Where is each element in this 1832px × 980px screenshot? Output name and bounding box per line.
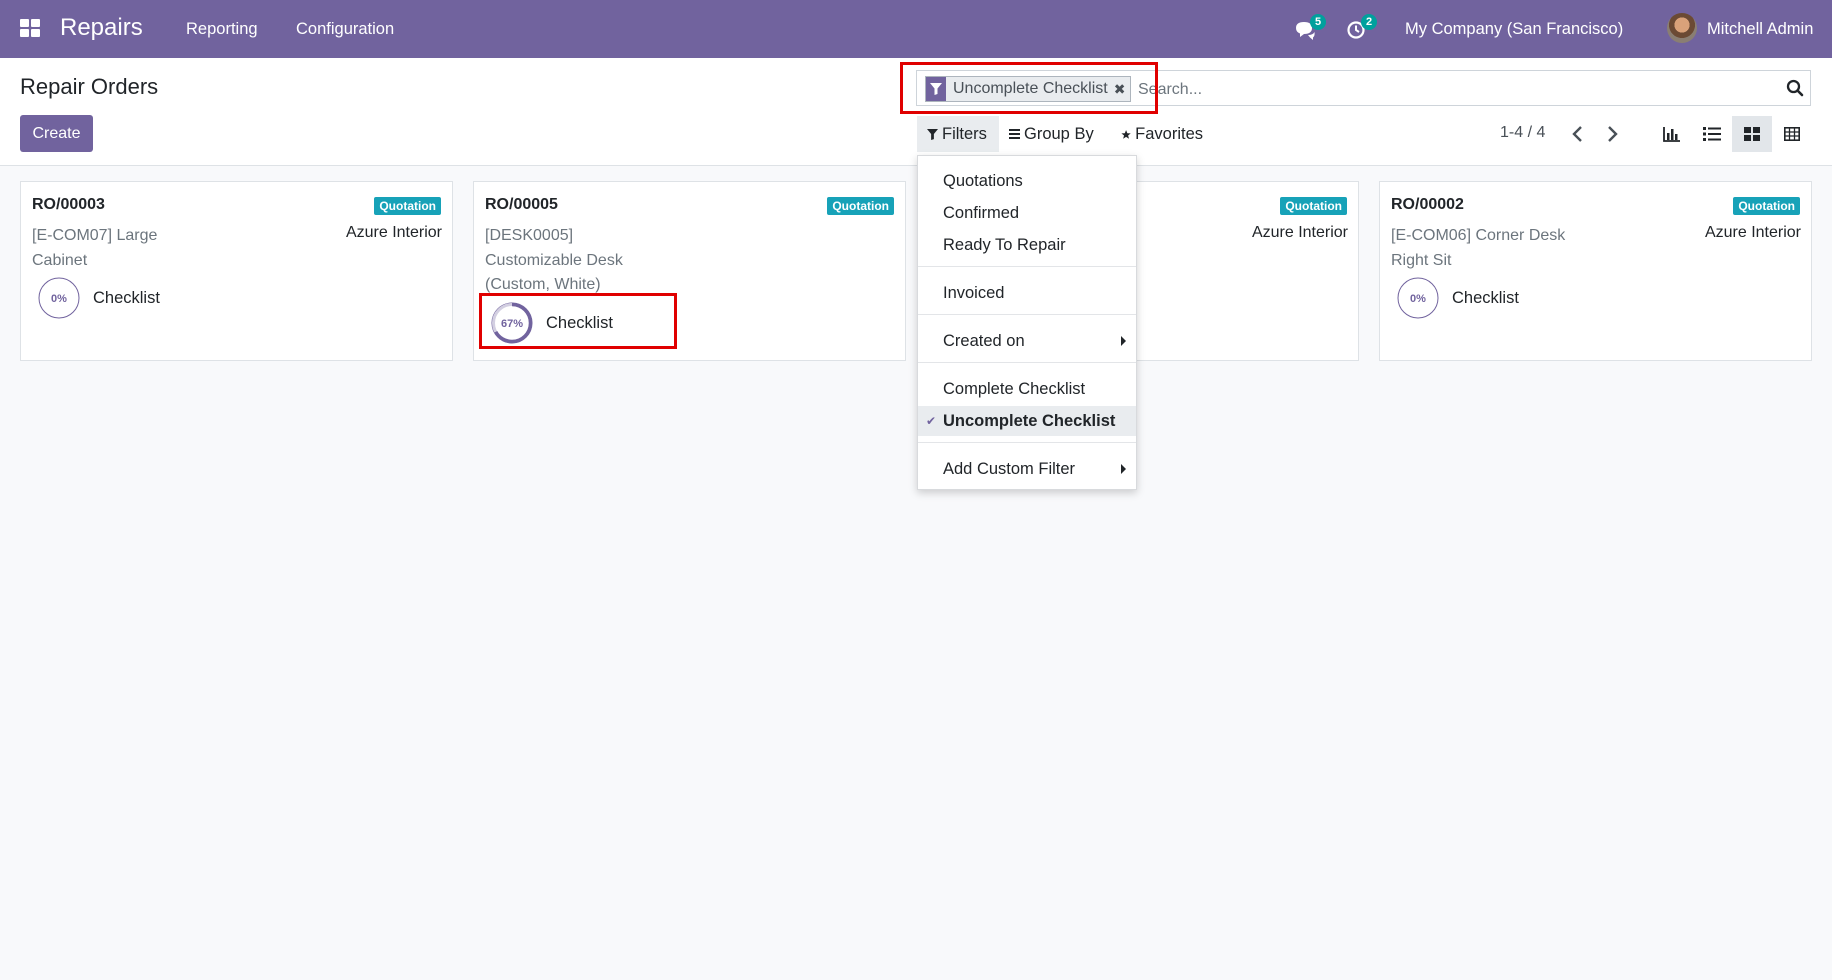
filter-label: Created on [943,332,1025,350]
menu-reporting[interactable]: Reporting [186,20,258,39]
groupby-button[interactable]: Group By [999,116,1111,152]
product-line: [E-COM07] Large [32,227,158,244]
repair-reference: RO/00005 [485,196,558,213]
status-badge: Quotation [1280,197,1347,215]
activities-badge: 2 [1361,14,1377,30]
list-icon [1703,127,1721,141]
menu-divider [918,442,1136,443]
facet-remove-icon[interactable]: ✖ [1114,81,1131,98]
search-input[interactable] [1136,77,1760,103]
chevron-left-icon[interactable] [1570,125,1586,143]
apps-menu-icon[interactable] [20,19,41,38]
create-button[interactable]: Create [20,115,93,152]
filter-add-custom[interactable]: Add Custom Filter [918,454,1136,484]
checklist-progress: 0% [1397,277,1439,319]
product-line: (Custom, White) [485,276,601,293]
filter-label: Quotations [943,172,1023,190]
groupby-label: Group By [1024,124,1094,143]
company-switcher[interactable]: My Company (San Francisco) [1405,20,1623,39]
filter-label: Confirmed [943,204,1020,222]
checklist-label: Checklist [1452,289,1519,307]
kanban-icon [1744,127,1760,141]
product-line: Customizable Desk [485,251,623,269]
product-name: [E-COM06] Corner Desk Right Sit [1391,224,1591,273]
graph-view-button[interactable] [1652,116,1692,152]
kanban-card[interactable]: RO/00002 Quotation [E-COM06] Corner Desk… [1379,181,1812,361]
progress-percent: 0% [1410,293,1426,305]
progress-percent: 0% [51,293,67,305]
filter-complete-checklist[interactable]: Complete Checklist [918,374,1136,404]
app-name[interactable]: Repairs [60,14,143,42]
checklist-label: Checklist [93,289,160,307]
list-view-button[interactable] [1692,116,1732,152]
progress-percent: 67% [501,318,523,330]
activities-menu[interactable]: 2 [1346,14,1377,44]
repair-reference: RO/00002 [1391,196,1464,213]
check-icon: ✔ [926,414,937,428]
product-line: Cabinet [32,251,88,269]
menu-divider [918,266,1136,267]
status-badge: Quotation [1733,197,1800,215]
product-line: [DESK0005] [485,227,574,244]
filter-label: Invoiced [943,284,1005,302]
partner-name: Azure Interior [345,224,442,241]
search-facet: Uncomplete Checklist ✖ [925,76,1132,102]
filter-invoiced[interactable]: Invoiced [918,278,1136,308]
filter-label: Uncomplete Checklist [943,412,1116,430]
filters-dropdown: Quotations Confirmed Ready To Repair Inv… [917,155,1137,490]
filter-label: Add Custom Filter [943,460,1076,478]
menu-divider [918,362,1136,363]
product-line: [E-COM06] Corner Desk [1391,227,1566,244]
filter-icon [926,77,946,101]
caret-right-icon [1121,336,1126,346]
favorites-label: Favorites [1135,124,1203,143]
facet-label: Uncomplete Checklist [953,80,1108,97]
filter-label: Ready To Repair [943,236,1066,254]
kanban-card[interactable]: RO/00005 Quotation [DESK0005] Customizab… [473,181,906,361]
table-icon [1784,127,1800,141]
menu-divider [918,314,1136,315]
kanban-view-button[interactable] [1732,116,1772,152]
status-badge: Quotation [827,197,894,215]
partner-name: Azure Interior [1704,224,1801,241]
repair-reference: RO/00003 [32,196,105,213]
checklist-progress: 67% [491,302,533,344]
filter-icon [927,128,938,140]
menu-configuration[interactable]: Configuration [296,20,394,39]
filter-quotations[interactable]: Quotations [918,166,1136,196]
chevron-right-icon[interactable] [1604,125,1620,143]
top-navbar: Repairs Reporting Configuration 5 2 My C… [0,0,1832,58]
control-panel: Repair Orders Create Uncomplete Checklis… [0,58,1832,166]
filter-ready-to-repair[interactable]: Ready To Repair [918,230,1136,260]
messages-menu[interactable]: 5 [1294,14,1326,44]
bar-chart-icon [1663,127,1680,142]
user-avatar[interactable] [1667,13,1697,43]
search-bar[interactable]: Uncomplete Checklist ✖ [916,70,1811,106]
checklist-label: Checklist [546,314,613,332]
filters-button[interactable]: Filters [917,116,999,152]
breadcrumb-title: Repair Orders [20,74,159,99]
product-name: [DESK0005] Customizable Desk (Custom, Wh… [485,224,725,298]
checklist-progress: 0% [38,277,80,319]
search-icon[interactable] [1786,79,1804,97]
product-line: Right Sit [1391,251,1452,269]
product-name: [E-COM07] Large Cabinet [32,224,212,273]
pager-value[interactable]: 1-4 / 4 [1500,124,1545,142]
messages-badge: 5 [1310,14,1326,30]
filter-label: Complete Checklist [943,380,1086,398]
partner-name: Azure Interior [1251,224,1348,241]
user-menu[interactable]: Mitchell Admin [1707,20,1813,39]
kanban-card[interactable]: RO/00003 Quotation [E-COM07] Large Cabin… [20,181,453,361]
favorites-button[interactable]: Favorites [1111,116,1213,152]
caret-right-icon [1121,464,1126,474]
bars-icon [1009,129,1020,139]
filter-uncomplete-checklist[interactable]: ✔ Uncomplete Checklist [918,406,1136,436]
pivot-view-button[interactable] [1772,116,1812,152]
filter-confirmed[interactable]: Confirmed [918,198,1136,228]
status-badge: Quotation [374,197,441,215]
filters-label: Filters [942,124,987,143]
filter-created-on[interactable]: Created on [918,326,1136,356]
star-icon [1121,129,1131,139]
